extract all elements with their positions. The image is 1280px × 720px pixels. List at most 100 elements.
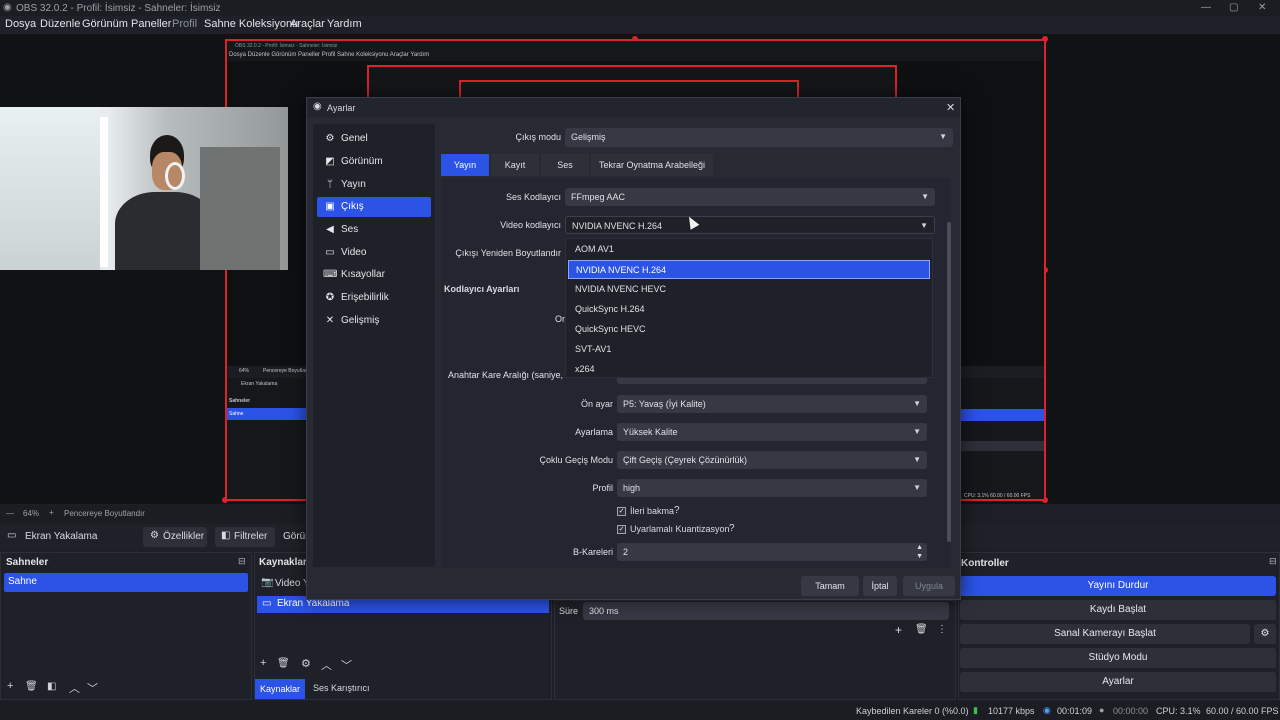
multipass-select[interactable]: Çift Geçiş (Çeyrek Çözünürlük) ▼ [617,451,927,469]
down-icon[interactable]: ﹀ [341,657,352,673]
menu-sahne-koleksiyonu[interactable]: Sahne Koleksiyonu [204,18,298,30]
tuning-select[interactable]: Yüksek Kalite ▼ [617,423,927,441]
bframes-spinbox[interactable]: 2 ▲ ▼ [617,543,927,561]
apply-button[interactable]: Uygula [903,576,955,596]
sidebar-item-cikis[interactable]: ▣ Çıkış [317,197,431,217]
dropdown-option[interactable]: AOM AV1 [568,240,930,259]
up-icon[interactable]: ︿ [321,657,332,673]
sidebar-item-gelismis[interactable]: ✕ Gelişmiş [317,311,431,331]
chevron-down-icon: ▼ [913,455,921,464]
tuning-label: Ayarlama [575,427,613,437]
settings-button[interactable]: Ayarlar [960,672,1276,692]
monitor-icon: ▭ [262,598,272,609]
studio-mode-button[interactable]: Stüdyo Modu [960,648,1276,668]
close-icon[interactable]: ✕ [1258,2,1266,13]
minimize-icon[interactable]: — [1201,2,1211,13]
add-icon[interactable]: + [895,623,902,637]
output-mode-select[interactable]: Gelişmiş ▼ [565,128,953,147]
dropdown-option[interactable]: SVT-AV1 [568,340,930,359]
resize-to-window[interactable]: Pencereye Boyutlandır [64,509,145,518]
menu-yardim[interactable]: Yardım [327,18,362,30]
zoom-in-icon[interactable]: + [49,508,54,517]
nested-cpu: CPU: 3.1% 60.00 / 60.00 FPS [964,493,1031,499]
stop-stream-button[interactable]: Yayını Durdur [960,576,1276,596]
tab-tekrar-oynatma[interactable]: Tekrar Oynatma Arabelleği [591,154,713,176]
selected-source-name: Ekran Yakalama [25,531,98,542]
zoom-out-icon[interactable]: — [6,509,14,518]
trash-icon[interactable]: 🗑 [915,624,928,635]
sources-title: Kaynaklar [259,557,307,568]
tab-yayin[interactable]: Yayın [441,154,489,176]
up-icon[interactable]: ︿ [69,680,80,696]
video-encoder-select[interactable]: NVIDIA NVENC H.264 ▼ [565,216,935,234]
more-icon[interactable]: ⋮ [937,624,947,635]
lookahead-checkbox[interactable]: ✓ [617,507,626,516]
video-encoder-label: Video kodlayıcı [500,220,561,230]
dialog-titlebar: ◉ Ayarlar ✕ [307,98,960,118]
ok-button[interactable]: Tamam [801,576,859,596]
dock-menu-icon[interactable]: ⊟ [238,556,246,567]
properties-button[interactable]: ⚙ Özellikler [143,527,207,547]
duration-field[interactable]: 300 ms [583,602,949,620]
cancel-button[interactable]: İptal [863,576,897,596]
profile-select[interactable]: high ▼ [617,479,927,497]
menu-paneller[interactable]: Paneller [131,18,171,30]
sidebar-item-erisebilirlik[interactable]: ✪ Erişebilirlik [317,288,431,308]
trash-icon[interactable]: 🗑 [25,681,38,692]
menu-profil[interactable]: Profil [172,18,197,30]
sidebar-item-kisayollar[interactable]: ⌨ Kısayollar [317,265,431,285]
add-icon[interactable]: + [7,680,13,692]
dropdown-option[interactable]: NVIDIA NVENC HEVC [568,280,930,299]
antenna-icon: ᛘ [327,179,333,190]
add-icon[interactable]: + [260,657,266,669]
audio-encoder-select[interactable]: FFmpeg AAC ▼ [565,188,935,206]
scene-item[interactable]: Sahne [4,573,248,592]
gear-icon: ⚙ [150,530,159,541]
output-icon: ▣ [325,201,335,212]
menu-araclar[interactable]: Araçlar [290,18,325,30]
close-icon[interactable]: ✕ [946,101,955,114]
record-time: 00:00:00 [1113,706,1149,716]
filters-label: Filtreler [234,531,268,542]
chair [200,147,280,270]
chevron-down-icon[interactable]: ▼ [916,548,923,566]
camera-icon: 📷 [261,577,274,588]
scrollbar[interactable] [947,222,951,542]
trash-icon[interactable]: 🗑 [277,658,290,669]
filters-button[interactable]: ◧ Filtreler [215,527,275,547]
down-icon[interactable]: ﹀ [87,680,98,696]
dock-menu-icon[interactable]: ⊟ [1269,556,1277,567]
sidebar-item-genel[interactable]: ⚙ Genel [317,129,431,149]
menu-gorunum[interactable]: Görünüm [82,18,128,30]
dropdown-option[interactable]: x264 [568,360,930,379]
start-record-button[interactable]: Kaydı Başlat [960,600,1276,620]
preset-select[interactable]: P5: Yavaş (İyi Kalite) ▼ [617,395,927,413]
virtual-camera-button[interactable]: Sanal Kamerayı Başlat [960,624,1250,644]
sidebar-item-ses[interactable]: ◀ Ses [317,220,431,240]
sidebar-item-gorunum[interactable]: ◩ Görünüm [317,152,431,172]
fps: 60.00 / 60.00 FPS [1206,706,1279,716]
nested-title: OBS 32.0.2 - Profil: İsimsiz - Sahneler:… [235,43,338,49]
help-icon[interactable]: ? [729,523,735,534]
dropdown-option[interactable]: QuickSync HEVC [568,320,930,339]
virtual-camera-settings[interactable]: ⚙ [1254,624,1276,644]
tab-audio-mixer[interactable]: Ses Karıştırıcı [313,683,370,693]
tab-kayit[interactable]: Kayıt [491,154,539,176]
tab-sources[interactable]: Kaynaklar [255,679,305,699]
sidebar-item-yayin[interactable]: ᛘ Yayın [317,175,431,195]
dropdown-option[interactable]: QuickSync H.264 [568,300,930,319]
adaptive-quant-checkbox[interactable]: ✓ [617,525,626,534]
tab-ses[interactable]: Ses [541,154,589,176]
window-light [0,107,100,270]
dropdown-option-selected[interactable]: NVIDIA NVENC H.264 [568,260,930,279]
help-icon[interactable]: ? [674,505,680,516]
filter-icon[interactable]: ◧ [47,681,56,692]
menu-dosya[interactable]: Dosya [5,18,36,30]
obs-logo-icon: ◉ [3,2,12,13]
menu-duzenle[interactable]: Düzenle [40,18,80,30]
preset-label: Ön ayar [580,399,613,409]
webcam-source [0,107,306,270]
gear-icon[interactable]: ⚙ [301,657,311,670]
sidebar-item-video[interactable]: ▭ Video [317,243,431,263]
maximize-icon[interactable]: ▢ [1229,2,1238,13]
